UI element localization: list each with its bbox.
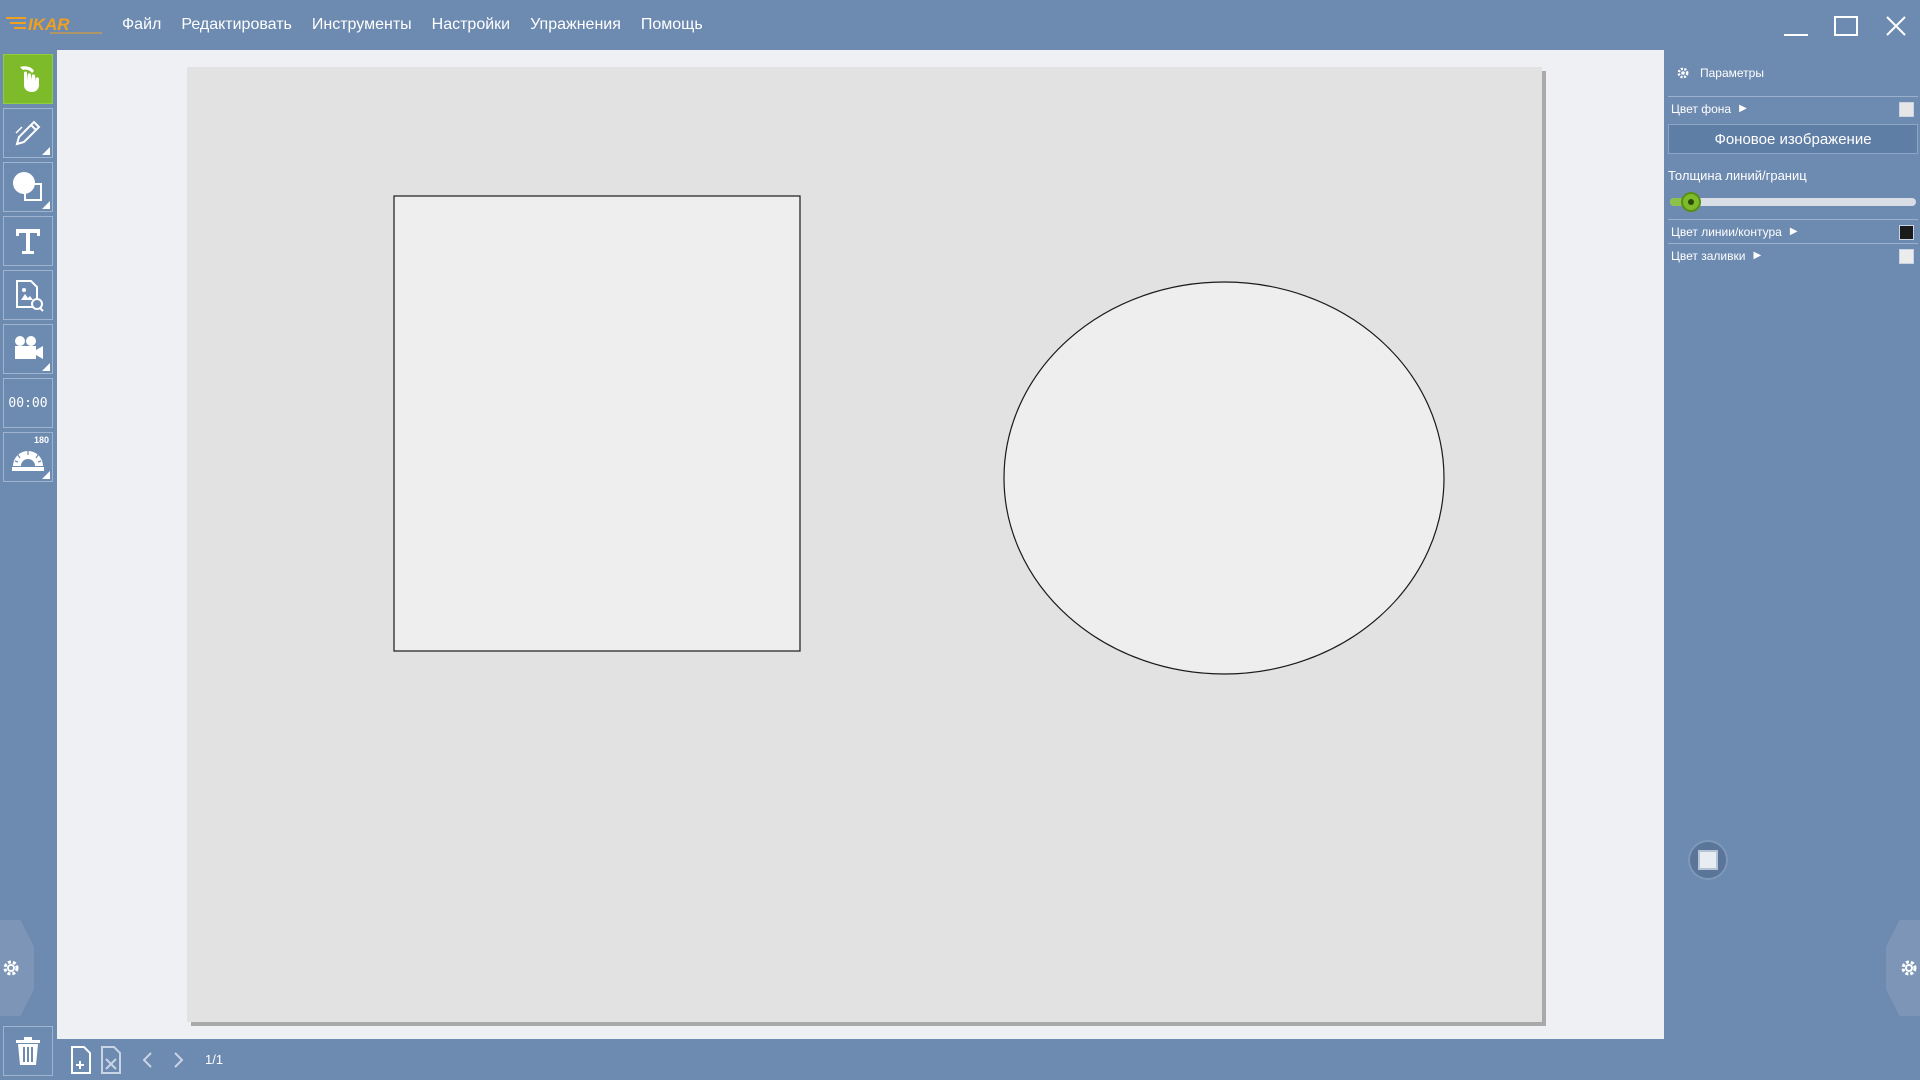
drawing-page[interactable] (187, 67, 1542, 1022)
image-tool-button[interactable] (3, 270, 53, 320)
menu-settings[interactable]: Настройки (422, 0, 520, 50)
title-bar: IKAR Файл Редактировать Инструменты Наст… (0, 0, 1920, 50)
main-menu: Файл Редактировать Инструменты Настройки… (112, 0, 713, 50)
fill-color-swatch[interactable] (1899, 249, 1914, 264)
panel-title: Параметры (1700, 66, 1764, 80)
menu-exercises[interactable]: Упражнения (520, 0, 631, 50)
panel-header: Параметры (1676, 66, 1764, 80)
pen-tool-button[interactable] (3, 108, 53, 158)
close-button[interactable] (1878, 10, 1914, 42)
text-tool-button[interactable] (3, 216, 53, 266)
close-icon (1886, 16, 1906, 36)
chevron-left-icon (142, 1051, 152, 1068)
rectangle-shape[interactable] (393, 195, 801, 652)
delete-page-icon (101, 1045, 121, 1074)
submenu-indicator (42, 201, 50, 209)
maximize-icon (1834, 16, 1858, 36)
gear-icon (1677, 67, 1689, 79)
svg-text:IKAR: IKAR (28, 15, 70, 34)
expand-arrow-icon: ▶ (1753, 250, 1762, 261)
workspace (57, 50, 1664, 1039)
menu-tools[interactable]: Инструменты (302, 0, 422, 50)
submenu-indicator (42, 363, 50, 371)
stop-icon (1698, 850, 1718, 870)
timer-tool-button[interactable]: 00:00 (3, 378, 53, 428)
line-color-row[interactable]: Цвет линии/контура ▶ (1668, 219, 1918, 243)
line-color-swatch[interactable] (1899, 225, 1914, 240)
bg-color-swatch[interactable] (1899, 102, 1914, 117)
gear-icon (3, 960, 19, 976)
page-counter: 1/1 (205, 1052, 224, 1067)
protractor-icon (12, 451, 44, 471)
add-page-icon (71, 1045, 91, 1074)
trash-icon (16, 1037, 40, 1065)
image-file-icon (16, 280, 44, 312)
text-icon (16, 229, 40, 254)
protractor-tool-button[interactable]: 180 (3, 432, 53, 482)
page-navigation-bar: 1/1 (57, 1039, 1664, 1080)
menu-help[interactable]: Помощь (631, 0, 713, 50)
submenu-indicator (42, 471, 50, 479)
previous-page-button[interactable] (133, 1045, 163, 1075)
slider-handle[interactable] (1681, 192, 1701, 212)
delete-button[interactable] (3, 1026, 53, 1076)
minimize-button[interactable] (1778, 10, 1814, 42)
video-camera-icon (15, 336, 43, 359)
next-page-button[interactable] (163, 1045, 193, 1075)
parameters-panel: Параметры Цвет фона ▶ Фоновое изображени… (1664, 50, 1920, 1080)
chevron-right-icon (174, 1051, 184, 1068)
bg-color-label: Цвет фона (1671, 101, 1732, 116)
select-tool-button[interactable] (3, 54, 53, 104)
delete-page-button[interactable] (97, 1045, 127, 1075)
expand-arrow-icon: ▶ (1789, 226, 1798, 237)
menu-file[interactable]: Файл (112, 0, 171, 50)
line-thickness-slider[interactable] (1670, 192, 1916, 212)
expand-arrow-icon: ▶ (1739, 103, 1747, 114)
fill-color-row[interactable]: Цвет заливки ▶ (1668, 243, 1918, 267)
gear-icon (1901, 960, 1917, 976)
hand-pointer-icon (20, 66, 39, 92)
ikar-logo: IKAR (6, 14, 102, 34)
add-page-button[interactable] (67, 1045, 97, 1075)
line-thickness-label: Толщина линий/границ (1668, 168, 1807, 183)
timer-icon: 00:00 (8, 395, 48, 411)
shapes-icon (13, 172, 42, 201)
fill-color-label: Цвет заливки (1671, 248, 1746, 263)
ellipse-shape[interactable] (1003, 281, 1445, 675)
shapes-tool-button[interactable] (3, 162, 53, 212)
menu-edit[interactable]: Редактировать (171, 0, 302, 50)
background-image-button[interactable]: Фоновое изображение (1668, 124, 1918, 154)
line-color-label: Цвет линии/контура (1671, 224, 1782, 239)
protractor-badge: 180 (33, 435, 49, 445)
record-button[interactable] (1688, 840, 1728, 880)
submenu-indicator (42, 147, 50, 155)
minimize-icon (1784, 34, 1808, 36)
pencil-icon (15, 120, 41, 146)
bg-color-row[interactable]: Цвет фона ▶ (1668, 96, 1918, 120)
video-tool-button[interactable] (3, 324, 53, 374)
maximize-button[interactable] (1828, 10, 1864, 42)
